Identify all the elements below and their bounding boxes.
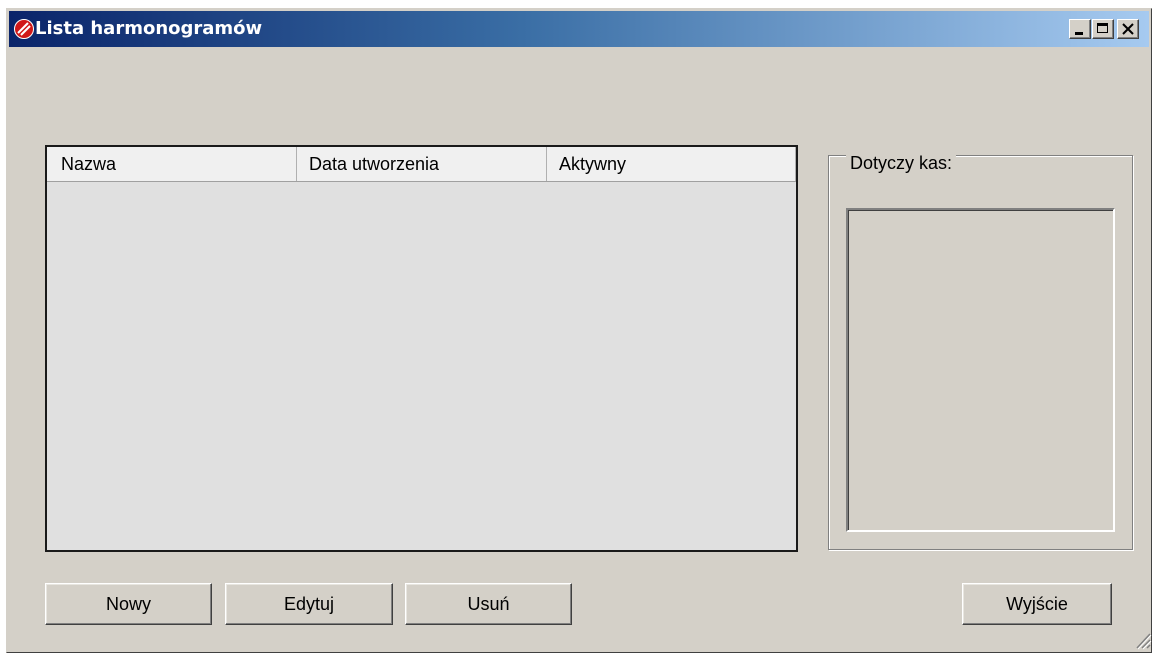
minimize-button[interactable] bbox=[1069, 19, 1091, 39]
minimize-icon bbox=[1075, 32, 1083, 35]
app-logo-icon bbox=[14, 19, 34, 39]
maximize-icon bbox=[1097, 23, 1108, 33]
column-header-active[interactable]: Aktywny bbox=[547, 147, 796, 181]
close-icon bbox=[1122, 23, 1134, 35]
kasy-list[interactable] bbox=[846, 208, 1115, 532]
window-title: Lista harmonogramów bbox=[35, 18, 263, 39]
resize-grip-icon[interactable] bbox=[1126, 620, 1152, 650]
title-bar[interactable]: Lista harmonogramów bbox=[9, 11, 1149, 47]
maximize-button[interactable] bbox=[1092, 19, 1114, 39]
new-button[interactable]: Nowy bbox=[45, 583, 212, 625]
column-header-name[interactable]: Nazwa bbox=[47, 147, 297, 181]
edit-button[interactable]: Edytuj bbox=[225, 583, 393, 625]
exit-button[interactable]: Wyjście bbox=[962, 583, 1112, 625]
delete-button[interactable]: Usuń bbox=[405, 583, 572, 625]
kasy-group-label: Dotyczy kas: bbox=[846, 152, 957, 174]
close-button[interactable] bbox=[1117, 19, 1139, 39]
schedule-list[interactable]: Nazwa Data utworzenia Aktywny bbox=[45, 145, 798, 552]
column-header-created-date[interactable]: Data utworzenia bbox=[297, 147, 547, 181]
list-header: Nazwa Data utworzenia Aktywny bbox=[47, 147, 796, 182]
